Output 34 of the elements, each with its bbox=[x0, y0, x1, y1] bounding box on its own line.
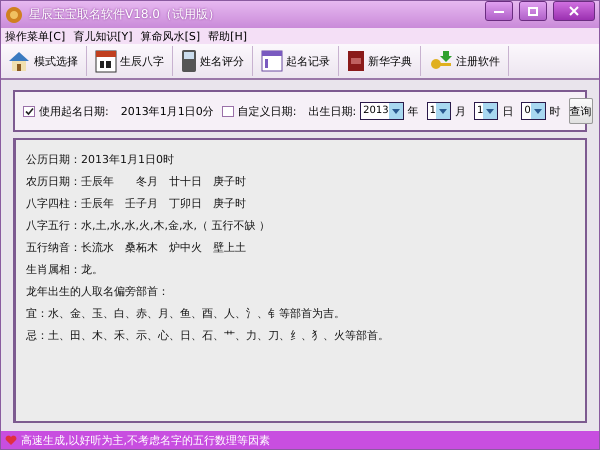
toolbar-button[interactable]: 注册软件 bbox=[427, 46, 509, 76]
result-line: 生肖属相：龙。 bbox=[26, 262, 104, 278]
toolbar-button[interactable]: 姓名评分 bbox=[179, 46, 253, 76]
dropdown-field[interactable]: 1 bbox=[474, 102, 498, 120]
result-line: 忌：土、田、木、禾、示、心、日、石、艹、力、刀、纟、犭、火等部首。 bbox=[26, 328, 390, 344]
toolbar-button[interactable]: 生辰八字 bbox=[93, 46, 173, 76]
checkbox-label: 自定义日期: bbox=[238, 104, 296, 118]
status-text: 高速生成,以好听为主,不考虑名字的五行数理等因素 bbox=[21, 432, 270, 448]
naming-date-text: 2013年1月1日0分 bbox=[120, 104, 214, 118]
dropdown-field[interactable]: 2013 bbox=[360, 102, 404, 120]
toolbar-button[interactable]: 模式选择 bbox=[5, 46, 87, 76]
result-line: 农历日期：壬辰年 冬月 廿十日 庚子时 bbox=[26, 174, 247, 190]
unit-label: 年 bbox=[408, 104, 419, 118]
menu-item[interactable]: 操作菜单[C] bbox=[5, 28, 66, 44]
dropdown-field[interactable]: 1 bbox=[426, 102, 451, 120]
unit-label: 日 bbox=[502, 104, 514, 118]
menu-item[interactable]: 算命风水[S] bbox=[140, 28, 200, 44]
query-button[interactable]: 查询 bbox=[568, 98, 593, 124]
result-line: 宜：水、金、玉、白、赤、月、鱼、酉、人、氵、钅等部首为吉。 bbox=[26, 306, 346, 322]
result-line: 八字五行：水,土,水,水,火,木,金,水,（ 五行不缺 ） bbox=[26, 218, 271, 234]
result-line: 八字四柱：壬辰年 壬子月 丁卯日 庚子时 bbox=[26, 196, 247, 212]
result-line: 公历日期：2013年1月1日0时 bbox=[26, 152, 175, 168]
result-line: 龙年出生的人取名偏旁部首： bbox=[26, 284, 170, 300]
window-title: 星辰宝宝取名软件V18.0（试用版） bbox=[29, 6, 221, 23]
toolbar-button[interactable]: 起名记录 bbox=[259, 46, 339, 76]
result-line: 五行纳音：长流水 桑柘木 炉中火 壁上土 bbox=[26, 240, 247, 256]
checkbox-label: 使用起名日期: bbox=[39, 104, 109, 118]
unit-label: 月 bbox=[454, 104, 466, 118]
dropdown-field[interactable]: 0 bbox=[521, 102, 546, 120]
unit-label: 时 bbox=[550, 104, 561, 118]
menu-item[interactable]: 育儿知识[Y] bbox=[73, 28, 133, 44]
birth-date-label: 出生日期: bbox=[308, 104, 356, 118]
toolbar-button[interactable]: 新华字典 bbox=[345, 46, 421, 76]
menu-item[interactable]: 帮助[H] bbox=[208, 28, 248, 44]
